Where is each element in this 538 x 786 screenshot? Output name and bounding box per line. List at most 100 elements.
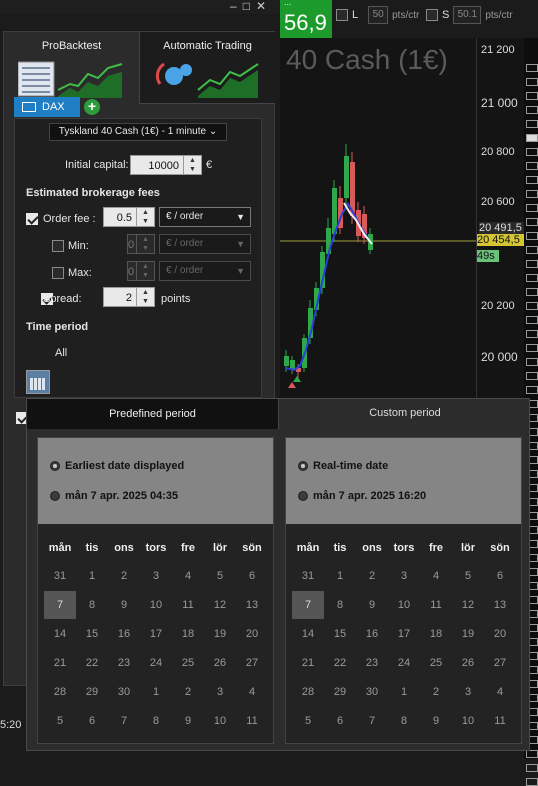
calendar-day[interactable]: 11 [236, 707, 268, 735]
side-list-item[interactable] [526, 92, 538, 100]
price-display[interactable]: ... 56,9 [280, 0, 332, 38]
calendar-day[interactable]: 1 [76, 562, 108, 590]
calendar-day[interactable]: 13 [236, 591, 268, 619]
calendar-day[interactable]: 1 [324, 562, 356, 590]
calendar-day[interactable]: 4 [484, 678, 516, 706]
stepper-icon[interactable]: ▲ ▼ [183, 156, 201, 174]
calendar-day[interactable]: 9 [172, 707, 204, 735]
calendar-day[interactable]: 30 [356, 678, 388, 706]
calendar-day[interactable]: 3 [140, 562, 172, 590]
calendar-day[interactable]: 25 [420, 649, 452, 677]
min-input[interactable]: 0 ▲ ▼ [127, 234, 155, 254]
calendar-day[interactable]: 11 [484, 707, 516, 735]
order-fee-input[interactable]: 0.5 ▲ ▼ [103, 207, 155, 227]
price-chart[interactable] [280, 38, 476, 398]
calendar-day[interactable]: 5 [44, 707, 76, 735]
calendar-day[interactable]: 8 [76, 591, 108, 619]
side-list-item[interactable] [526, 120, 538, 128]
min-checkbox[interactable] [52, 240, 64, 252]
calendar-day[interactable]: 5 [204, 562, 236, 590]
calendar-day[interactable]: 8 [324, 591, 356, 619]
calendar-day[interactable]: 3 [204, 678, 236, 706]
calendar-day[interactable]: 7 [108, 707, 140, 735]
calendar-day[interactable]: 27 [236, 649, 268, 677]
calendar-day[interactable]: 2 [108, 562, 140, 590]
side-list-item[interactable] [526, 218, 538, 226]
min-unit-select[interactable]: € / order ▼ [159, 234, 251, 254]
short-qty[interactable]: 50.1 [453, 6, 482, 24]
tab-automatic-trading[interactable]: Automatic Trading [139, 32, 275, 104]
side-list-item[interactable] [526, 176, 538, 184]
close-button[interactable]: ✕ [256, 0, 266, 14]
stepper-icon[interactable]: ▲ ▼ [136, 262, 154, 280]
calendar-day[interactable]: 21 [44, 649, 76, 677]
end-date-radio[interactable] [298, 491, 308, 501]
calendar-day[interactable]: 2 [420, 678, 452, 706]
calendar-day[interactable]: 15 [76, 620, 108, 648]
calendar-day[interactable]: 2 [172, 678, 204, 706]
calendar-day[interactable]: 24 [140, 649, 172, 677]
calendar-day[interactable]: 10 [388, 591, 420, 619]
stepper-icon[interactable]: ▲ ▼ [136, 288, 154, 306]
initial-capital-input[interactable]: 10000 ▲ ▼ [130, 155, 202, 175]
spread-input[interactable]: 2 ▲ ▼ [103, 287, 155, 307]
earliest-date-radio[interactable] [50, 461, 60, 471]
calendar-day[interactable]: 15 [324, 620, 356, 648]
calendar-day[interactable]: 13 [484, 591, 516, 619]
side-list-item[interactable] [526, 190, 538, 198]
max-checkbox[interactable] [52, 267, 64, 279]
max-unit-select[interactable]: € / order ▼ [159, 261, 251, 281]
calendar-day[interactable]: 2 [356, 562, 388, 590]
calendar-day[interactable]: 16 [356, 620, 388, 648]
calendar-day[interactable]: 18 [172, 620, 204, 648]
side-list-item[interactable] [526, 288, 538, 296]
max-input[interactable]: 0 ▲ ▼ [127, 261, 155, 281]
calendar-day[interactable]: 3 [452, 678, 484, 706]
order-fee-checkbox[interactable] [26, 213, 38, 225]
calendar-day[interactable]: 28 [44, 678, 76, 706]
calendar-day[interactable]: 5 [452, 562, 484, 590]
calendar-day[interactable]: 18 [420, 620, 452, 648]
calendar-day[interactable]: 27 [484, 649, 516, 677]
calendar-day[interactable]: 10 [140, 591, 172, 619]
calendar-day[interactable]: 22 [76, 649, 108, 677]
calendar-day[interactable]: 9 [356, 591, 388, 619]
side-list-item[interactable] [526, 260, 538, 268]
calendar-day[interactable]: 22 [324, 649, 356, 677]
instrument-select[interactable]: Tyskland 40 Cash (1€) - 1 minute ⌄ [49, 123, 227, 141]
short-checkbox[interactable] [426, 9, 438, 21]
realtime-date-radio[interactable] [298, 461, 308, 471]
side-list-item[interactable] [526, 204, 538, 212]
side-list-item[interactable] [526, 330, 538, 338]
calendar-day[interactable]: 6 [236, 562, 268, 590]
calendar-day[interactable]: 26 [452, 649, 484, 677]
calendar-day[interactable]: 8 [140, 707, 172, 735]
start-date-radio[interactable] [50, 491, 60, 501]
calendar-day[interactable]: 10 [452, 707, 484, 735]
side-list-item[interactable] [526, 78, 538, 86]
calendar-day[interactable]: 25 [172, 649, 204, 677]
calendar-day[interactable]: 23 [108, 649, 140, 677]
add-tab-button[interactable]: + [84, 99, 100, 115]
calendar-day[interactable]: 7 [356, 707, 388, 735]
calendar-day[interactable]: 28 [292, 678, 324, 706]
calendar-day[interactable]: 21 [292, 649, 324, 677]
calendar-day[interactable]: 4 [420, 562, 452, 590]
side-list-item[interactable] [526, 246, 538, 254]
tab-predefined-period[interactable]: Predefined period [27, 399, 279, 429]
side-list-item[interactable] [526, 358, 538, 366]
calendar-day[interactable]: 14 [44, 620, 76, 648]
minimize-button[interactable]: – [230, 0, 237, 14]
calendar-day[interactable]: 17 [140, 620, 172, 648]
calendar-icon[interactable] [26, 370, 50, 394]
calendar-day[interactable]: 29 [324, 678, 356, 706]
calendar-day[interactable]: 4 [236, 678, 268, 706]
side-list-item[interactable] [526, 386, 538, 394]
calendar-day[interactable]: 20 [236, 620, 268, 648]
order-fee-unit-select[interactable]: € / order ▼ [159, 207, 251, 227]
calendar-day[interactable]: 12 [204, 591, 236, 619]
calendar-day[interactable]: 9 [420, 707, 452, 735]
calendar-day[interactable]: 12 [452, 591, 484, 619]
side-list-item[interactable] [526, 316, 538, 324]
calendar-day[interactable]: 10 [204, 707, 236, 735]
